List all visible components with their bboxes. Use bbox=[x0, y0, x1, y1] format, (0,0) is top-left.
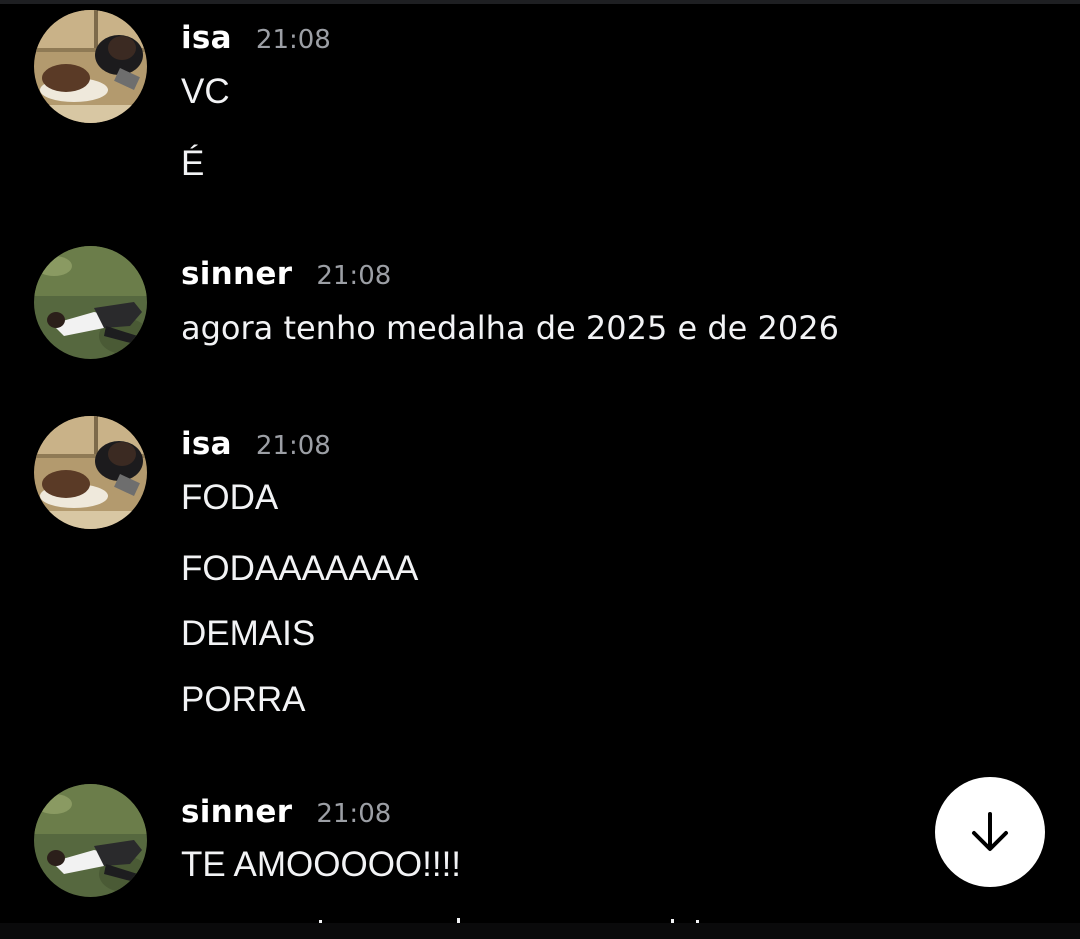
timestamp: 21:08 bbox=[316, 799, 392, 829]
message-text: DEMAIS bbox=[181, 614, 316, 653]
username[interactable]: sinner bbox=[181, 794, 292, 830]
message-text: FODAAAAAAA bbox=[181, 549, 419, 588]
message-text: agora tenho medalha de 2025 e de 2026 bbox=[181, 309, 839, 347]
avatar[interactable] bbox=[34, 246, 147, 359]
sinner-avatar-image bbox=[34, 784, 147, 897]
avatar[interactable] bbox=[34, 10, 147, 123]
avatar[interactable] bbox=[34, 416, 147, 529]
message-header: isa 21:08 bbox=[181, 426, 331, 466]
top-divider bbox=[0, 0, 1080, 4]
timestamp: 21:08 bbox=[316, 261, 392, 291]
message-text: FODA bbox=[181, 478, 279, 517]
message-text: TE AMOOOOO!!!! bbox=[181, 845, 462, 884]
timestamp: 21:08 bbox=[255, 431, 331, 461]
username[interactable]: isa bbox=[181, 20, 232, 56]
isa-avatar-image bbox=[34, 416, 147, 529]
message-text: PORRA bbox=[181, 680, 306, 719]
clipped-message-text bbox=[181, 911, 741, 923]
arrow-down-icon bbox=[972, 812, 1008, 851]
message-header: sinner 21:08 bbox=[181, 794, 391, 834]
message-text: É bbox=[181, 144, 205, 183]
clipped-glyph-tops bbox=[319, 918, 699, 923]
avatar[interactable] bbox=[34, 784, 147, 897]
timestamp: 21:08 bbox=[255, 25, 331, 55]
jump-to-bottom-button[interactable] bbox=[935, 777, 1045, 887]
sinner-avatar-image bbox=[34, 246, 147, 359]
bottom-bar-edge bbox=[0, 923, 1080, 939]
message-text: VC bbox=[181, 72, 230, 111]
message-header: sinner 21:08 bbox=[181, 256, 391, 296]
message-header: isa 21:08 bbox=[181, 20, 331, 60]
isa-avatar-image bbox=[34, 10, 147, 123]
username[interactable]: isa bbox=[181, 426, 232, 462]
username[interactable]: sinner bbox=[181, 256, 292, 292]
